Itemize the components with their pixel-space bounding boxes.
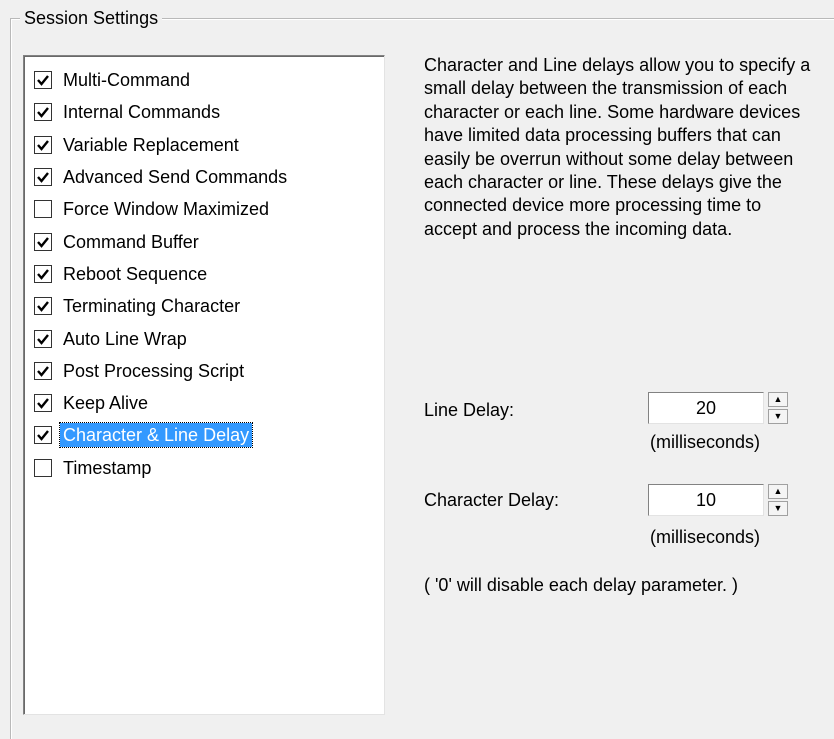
- checkbox[interactable]: [34, 394, 52, 413]
- checklist-item[interactable]: Post Processing Script: [34, 355, 290, 387]
- line-delay-spinner: 20 ▲ ▼: [648, 392, 788, 424]
- checkmark-icon: [37, 366, 49, 377]
- checklist-item-label: Multi-Command: [63, 70, 191, 91]
- checklist-item-label: Reboot Sequence: [63, 263, 208, 284]
- checkbox[interactable]: [34, 168, 52, 187]
- checklist-item-label: Terminating Character: [63, 296, 241, 317]
- checklist-item[interactable]: Timestamp: [34, 452, 290, 484]
- checklist-item[interactable]: Terminating Character: [34, 290, 290, 322]
- line-delay-spin-buttons: ▲ ▼: [768, 392, 788, 424]
- checklist-item-label: Internal Commands: [63, 102, 221, 123]
- character-delay-unit: (milliseconds): [650, 527, 761, 547]
- checklist-item[interactable]: Advanced Send Commands: [34, 161, 290, 193]
- checklist-item-label: Command Buffer: [63, 231, 199, 252]
- checklist-item[interactable]: Variable Replacement: [34, 129, 290, 161]
- checkmark-icon: [37, 301, 49, 313]
- line-delay-input[interactable]: 20: [648, 392, 764, 424]
- checkmark-icon: [37, 236, 49, 248]
- checkmark-icon: [37, 107, 49, 119]
- down-arrow-icon: ▼: [773, 503, 783, 513]
- checklist-item[interactable]: Keep Alive: [34, 387, 290, 419]
- checkbox[interactable]: [34, 264, 52, 283]
- checklist-item-label: Auto Line Wrap: [63, 328, 187, 349]
- checkmark-icon: [37, 172, 49, 183]
- line-delay-up-button[interactable]: ▲: [768, 392, 788, 407]
- character-delay-label: Character Delay:: [424, 490, 560, 510]
- checkbox[interactable]: [34, 361, 52, 380]
- line-delay-label: Line Delay:: [424, 400, 515, 420]
- checklist-item[interactable]: Character & Line Delay: [34, 419, 290, 451]
- disable-hint: ( '0' will disable each delay parameter.…: [424, 575, 739, 595]
- line-delay-down-button[interactable]: ▼: [768, 409, 788, 424]
- character-delay-spinner: 10 ▲ ▼: [648, 484, 788, 516]
- checklist-item-label: Variable Replacement: [63, 134, 239, 155]
- group-title: Session Settings: [20, 6, 163, 30]
- checkmark-icon: [37, 269, 49, 280]
- checkbox[interactable]: [34, 103, 52, 122]
- checkbox[interactable]: [34, 135, 52, 154]
- checklist-item-label: Advanced Send Commands: [63, 167, 288, 188]
- checkbox[interactable]: [34, 297, 52, 316]
- checkmark-icon: [37, 430, 49, 442]
- checklist-item-label: Character & Line Delay: [58, 422, 254, 449]
- checklist-item-label: Timestamp: [63, 457, 152, 478]
- checklist-item[interactable]: Force Window Maximized: [34, 193, 290, 225]
- checkbox[interactable]: [34, 458, 52, 477]
- checkbox[interactable]: [34, 426, 52, 445]
- character-delay-spin-buttons: ▲ ▼: [768, 484, 788, 516]
- checklist-item[interactable]: Internal Commands: [34, 96, 290, 128]
- down-arrow-icon: ▼: [773, 411, 783, 421]
- character-delay-down-button[interactable]: ▼: [768, 501, 788, 516]
- checklist-item-label: Post Processing Script: [63, 360, 245, 381]
- checklist-item-label: Force Window Maximized: [63, 199, 270, 220]
- character-delay-up-button[interactable]: ▲: [768, 484, 788, 499]
- up-arrow-icon: ▲: [773, 394, 783, 404]
- checklist-item[interactable]: Multi-Command: [34, 64, 290, 96]
- checklist-item[interactable]: Command Buffer: [34, 225, 290, 257]
- checklist-item[interactable]: Reboot Sequence: [34, 258, 290, 290]
- settings-checklist[interactable]: Multi-Command Internal Commands Variable R…: [23, 55, 385, 715]
- description-text: Character and Line delays allow you to s…: [424, 55, 811, 239]
- character-delay-input[interactable]: 10: [648, 484, 764, 516]
- line-delay-unit: (milliseconds): [650, 432, 761, 452]
- checkbox[interactable]: [34, 200, 52, 219]
- checkmark-icon: [37, 75, 49, 87]
- checkbox[interactable]: [34, 232, 52, 251]
- checkmark-icon: [37, 333, 49, 345]
- checkbox[interactable]: [34, 71, 52, 90]
- checklist-item[interactable]: Auto Line Wrap: [34, 322, 290, 354]
- checkmark-icon: [37, 139, 49, 151]
- checklist-item-label: Keep Alive: [63, 393, 149, 414]
- checklist-items: Multi-Command Internal Commands Variable R…: [34, 64, 290, 484]
- checkbox[interactable]: [34, 329, 52, 348]
- checkmark-icon: [37, 398, 49, 409]
- up-arrow-icon: ▲: [773, 486, 783, 496]
